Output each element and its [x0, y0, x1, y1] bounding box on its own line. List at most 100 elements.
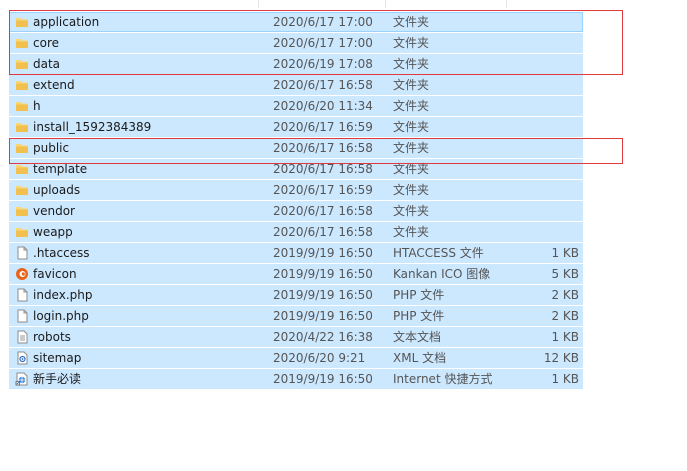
- file-row-extend[interactable]: extend 2020/6/17 16:58 文件夹: [9, 75, 583, 95]
- file-date: 2019/9/19 16:50: [273, 309, 373, 323]
- file-date: 2019/9/19 16:50: [273, 372, 373, 386]
- file-name: install_1592384389: [33, 120, 152, 134]
- file-date: 2019/9/19 16:50: [273, 267, 373, 281]
- file-size: 1 KB: [551, 246, 579, 260]
- file-row-favicon[interactable]: favicon 2019/9/19 16:50 Kankan ICO 图像 5 …: [9, 264, 583, 284]
- file-date: 2020/6/20 11:34: [273, 99, 373, 113]
- file-row-core[interactable]: core 2020/6/17 17:00 文件夹: [9, 33, 583, 53]
- xml-file-icon: [17, 351, 28, 365]
- file-name: data: [33, 57, 61, 71]
- column-separator: [385, 0, 386, 8]
- file-row-htaccess[interactable]: .htaccess 2019/9/19 16:50 HTACCESS 文件 1 …: [9, 243, 583, 263]
- column-separator: [258, 0, 259, 8]
- file-type: 文件夹: [393, 225, 430, 239]
- kankan-icon: [16, 268, 28, 280]
- file-date: 2020/6/17 16:59: [273, 120, 373, 134]
- file-name: weapp: [33, 225, 73, 239]
- file-date: 2020/6/17 16:59: [273, 183, 373, 197]
- folder-icon: [16, 165, 28, 174]
- file-type: 文件夹: [393, 204, 430, 218]
- file-row-newbie-guide[interactable]: 新手必读 2019/9/19 16:50 Internet 快捷方式 1 KB: [9, 369, 583, 389]
- file-size: 2 KB: [551, 288, 579, 302]
- file-name: core: [33, 36, 59, 50]
- file-name: favicon: [33, 267, 77, 281]
- file-date: 2020/6/17 17:00: [273, 36, 373, 50]
- file-name: vendor: [33, 204, 75, 218]
- file-type: PHP 文件: [393, 288, 445, 302]
- file-date: 2020/6/17 17:00: [273, 15, 373, 29]
- file-size: 2 KB: [551, 309, 579, 323]
- folder-icon: [16, 102, 28, 111]
- file-row-h[interactable]: h 2020/6/20 11:34 文件夹: [9, 96, 583, 116]
- file-type: 文件夹: [393, 141, 430, 155]
- file-name: extend: [33, 78, 75, 92]
- file-icon: [17, 309, 28, 323]
- file-type: 文件夹: [393, 78, 430, 92]
- file-type: XML 文档: [393, 351, 447, 365]
- file-row-application[interactable]: application 2020/6/17 17:00 文件夹: [9, 12, 583, 32]
- file-name: template: [33, 162, 88, 176]
- file-row-data[interactable]: data 2020/6/19 17:08 文件夹: [9, 54, 583, 74]
- file-size: 5 KB: [551, 267, 579, 281]
- file-type: 文件夹: [393, 15, 430, 29]
- file-name: 新手必读: [33, 372, 82, 386]
- file-date: 2020/6/19 17:08: [273, 57, 373, 71]
- folder-icon: [16, 81, 28, 90]
- file-icon: [17, 288, 28, 302]
- file-name: sitemap: [33, 351, 82, 365]
- file-name: uploads: [33, 183, 81, 197]
- folder-icon: [16, 144, 28, 153]
- file-date: 2020/6/17 16:58: [273, 162, 373, 176]
- file-row-login-php[interactable]: login.php 2019/9/19 16:50 PHP 文件 2 KB: [9, 306, 583, 326]
- file-row-weapp[interactable]: weapp 2020/6/17 16:58 文件夹: [9, 222, 583, 242]
- file-date: 2020/6/17 16:58: [273, 225, 373, 239]
- file-type: Internet 快捷方式: [393, 372, 493, 386]
- file-size: 1 KB: [551, 330, 579, 344]
- file-row-robots[interactable]: robots 2020/4/22 16:38 文本文档 1 KB: [9, 327, 583, 347]
- folder-icon: [16, 207, 28, 216]
- file-size: 12 KB: [543, 351, 579, 365]
- file-type: 文件夹: [393, 162, 430, 176]
- file-row-index-php[interactable]: index.php 2019/9/19 16:50 PHP 文件 2 KB: [9, 285, 583, 305]
- file-row-vendor[interactable]: vendor 2020/6/17 16:58 文件夹: [9, 201, 583, 221]
- file-name: robots: [33, 330, 71, 344]
- file-type: PHP 文件: [393, 309, 445, 323]
- file-type: 文件夹: [393, 36, 430, 50]
- file-row-template[interactable]: template 2020/6/17 16:58 文件夹: [9, 159, 583, 179]
- file-date: 2020/6/20 9:21: [273, 351, 366, 365]
- file-type: Kankan ICO 图像: [393, 267, 491, 281]
- file-row-install[interactable]: install_1592384389 2020/6/17 16:59 文件夹: [9, 117, 583, 137]
- file-type: 文件夹: [393, 120, 430, 134]
- file-list: application 2020/6/17 17:00 文件夹 core 202…: [9, 12, 583, 390]
- folder-icon: [16, 18, 28, 27]
- file-date: 2019/9/19 16:50: [273, 246, 373, 260]
- file-date: 2020/4/22 16:38: [273, 330, 373, 344]
- file-date: 2020/6/17 16:58: [273, 141, 373, 155]
- file-type: 文本文档: [393, 330, 442, 344]
- file-type: 文件夹: [393, 99, 430, 113]
- file-size: 1 KB: [551, 372, 579, 386]
- file-icon: [17, 246, 28, 260]
- file-name: h: [33, 99, 41, 113]
- file-date: 2020/6/17 16:58: [273, 204, 373, 218]
- folder-icon: [16, 60, 28, 69]
- folder-icon: [16, 123, 28, 132]
- file-name: application: [33, 15, 100, 29]
- file-row-sitemap[interactable]: sitemap 2020/6/20 9:21 XML 文档 12 KB: [9, 348, 583, 368]
- file-date: 2020/6/17 16:58: [273, 78, 373, 92]
- file-date: 2019/9/19 16:50: [273, 288, 373, 302]
- file-name: login.php: [33, 309, 89, 323]
- text-file-icon: [17, 330, 28, 344]
- folder-icon: [16, 186, 28, 195]
- file-name: public: [33, 141, 70, 155]
- column-separator: [506, 0, 507, 8]
- file-type: HTACCESS 文件: [393, 246, 484, 260]
- column-header-strip: [0, 0, 687, 8]
- file-row-public[interactable]: public 2020/6/17 16:58 文件夹: [9, 138, 583, 158]
- file-row-uploads[interactable]: uploads 2020/6/17 16:59 文件夹: [9, 180, 583, 200]
- file-name: index.php: [33, 288, 93, 302]
- folder-icon: [16, 228, 28, 237]
- file-type: 文件夹: [393, 57, 430, 71]
- internet-shortcut-icon: [15, 372, 28, 386]
- file-type: 文件夹: [393, 183, 430, 197]
